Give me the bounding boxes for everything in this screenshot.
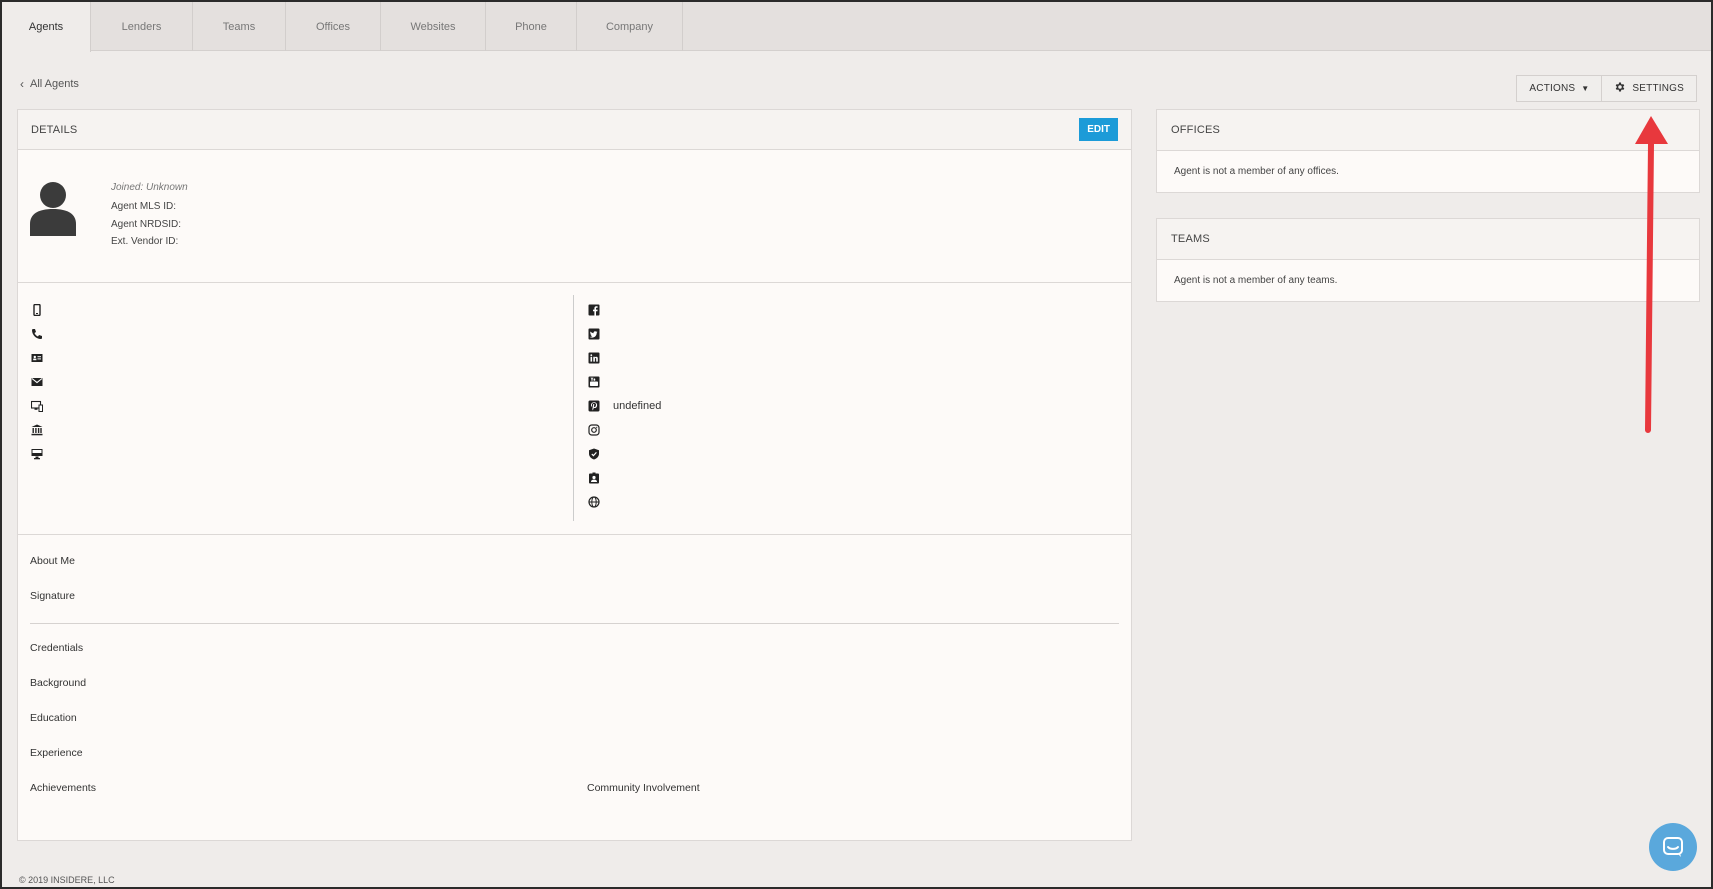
teams-header: TEAMS <box>1157 219 1699 260</box>
offices-title: OFFICES <box>1171 124 1221 136</box>
social-row <box>587 298 661 322</box>
settings-button[interactable]: SETTINGS <box>1601 76 1696 101</box>
background-label: Background <box>30 677 87 689</box>
offices-empty-message: Agent is not a member of any offices. <box>1174 165 1339 177</box>
user-silhouette-icon <box>30 182 76 236</box>
twitter-icon[interactable] <box>587 327 601 341</box>
badge-icon <box>587 471 601 485</box>
agent-mls-id: Agent MLS ID: <box>111 201 177 212</box>
social-row <box>587 490 661 514</box>
pinterest-icon[interactable] <box>587 399 601 413</box>
youtube-icon[interactable] <box>587 375 601 389</box>
globe-icon <box>587 495 601 509</box>
profile-section: Joined: Unknown Agent MLS ID: Agent NRDS… <box>18 150 1131 283</box>
community-involvement-label: Community Involvement <box>587 782 700 794</box>
bank-icon <box>30 423 44 437</box>
shield-icon <box>587 447 601 461</box>
social-row <box>587 418 661 442</box>
tab-lenders[interactable]: Lenders <box>91 2 193 51</box>
social-row <box>587 466 661 490</box>
avatar <box>30 180 76 236</box>
achievements-label: Achievements <box>30 782 96 794</box>
contact-row <box>30 298 56 322</box>
details-title: DETAILS <box>31 123 78 136</box>
actions-dropdown-button[interactable]: ACTIONS ▼ <box>1517 76 1601 101</box>
pinterest-value: undefined <box>613 400 662 412</box>
offices-header: OFFICES <box>1157 110 1699 151</box>
tab-teams[interactable]: Teams <box>193 2 286 51</box>
tab-offices[interactable]: Offices <box>286 2 381 51</box>
back-to-all-agents-link[interactable]: ‹ All Agents <box>20 77 79 91</box>
contact-row <box>30 394 56 418</box>
joined-date: Joined: Unknown <box>111 182 188 193</box>
social-links-column: undefined <box>587 298 661 514</box>
devices-icon <box>30 399 44 413</box>
contacts-column-divider <box>573 295 574 521</box>
social-row: undefined <box>587 394 661 418</box>
teams-empty-message: Agent is not a member of any teams. <box>1174 274 1338 286</box>
settings-label: SETTINGS <box>1632 83 1684 94</box>
credentials-label: Credentials <box>30 642 84 654</box>
teams-card: TEAMS Agent is not a member of any teams… <box>1156 218 1700 302</box>
main-tabbar: Agents Lenders Teams Offices Websites Ph… <box>2 2 1711 52</box>
social-row <box>587 322 661 346</box>
actions-label: ACTIONS <box>1529 83 1576 94</box>
contact-row <box>30 370 56 394</box>
social-row <box>587 346 661 370</box>
details-header: DETAILS EDIT <box>18 110 1131 150</box>
tab-company[interactable]: Company <box>577 2 683 51</box>
contact-row <box>30 346 56 370</box>
instagram-icon[interactable] <box>587 423 601 437</box>
about-me-label: About Me <box>30 555 75 567</box>
facebook-icon[interactable] <box>587 303 601 317</box>
offices-card: OFFICES Agent is not a member of any off… <box>1156 109 1700 193</box>
linkedin-icon[interactable] <box>587 351 601 365</box>
details-card: DETAILS EDIT Joined: Unknown Agent MLS I… <box>17 109 1132 841</box>
phone-icon <box>30 327 44 341</box>
mobile-icon <box>30 303 44 317</box>
caret-down-icon: ▼ <box>1581 84 1590 93</box>
experience-label: Experience <box>30 747 83 759</box>
teams-title: TEAMS <box>1171 233 1210 245</box>
chevron-left-icon: ‹ <box>20 77 24 91</box>
email-icon <box>30 375 44 389</box>
social-row <box>587 442 661 466</box>
contact-row <box>30 418 56 442</box>
agent-nrdsid: Agent NRDSID: <box>111 219 182 230</box>
bio-section: About Me Signature Credentials Backgroun… <box>18 535 1131 840</box>
contact-row <box>30 442 56 466</box>
tab-phone[interactable]: Phone <box>486 2 577 51</box>
contact-card-icon <box>30 351 44 365</box>
chat-icon <box>1663 837 1683 857</box>
annotation-arrow <box>1635 116 1668 433</box>
social-row <box>587 370 661 394</box>
ext-vendor-id: Ext. Vendor ID: <box>111 236 179 247</box>
contacts-section: undefined <box>18 283 1131 535</box>
footer-copyright: © 2019 INSIDERE, LLC <box>19 875 115 885</box>
contact-info-column <box>30 298 56 466</box>
gear-icon <box>1614 81 1626 96</box>
bio-divider <box>30 623 1119 624</box>
tab-websites[interactable]: Websites <box>381 2 486 51</box>
monitor-icon <box>30 447 44 461</box>
chat-launcher-button[interactable] <box>1649 823 1697 871</box>
tab-agents[interactable]: Agents <box>2 2 91 52</box>
signature-label: Signature <box>30 590 75 602</box>
top-actions-group: ACTIONS ▼ SETTINGS <box>1516 75 1697 102</box>
profile-info: Joined: Unknown Agent MLS ID: Agent NRDS… <box>111 178 188 250</box>
edit-button[interactable]: EDIT <box>1079 118 1118 141</box>
education-label: Education <box>30 712 77 724</box>
contact-row <box>30 322 56 346</box>
back-link-label: All Agents <box>30 78 79 90</box>
